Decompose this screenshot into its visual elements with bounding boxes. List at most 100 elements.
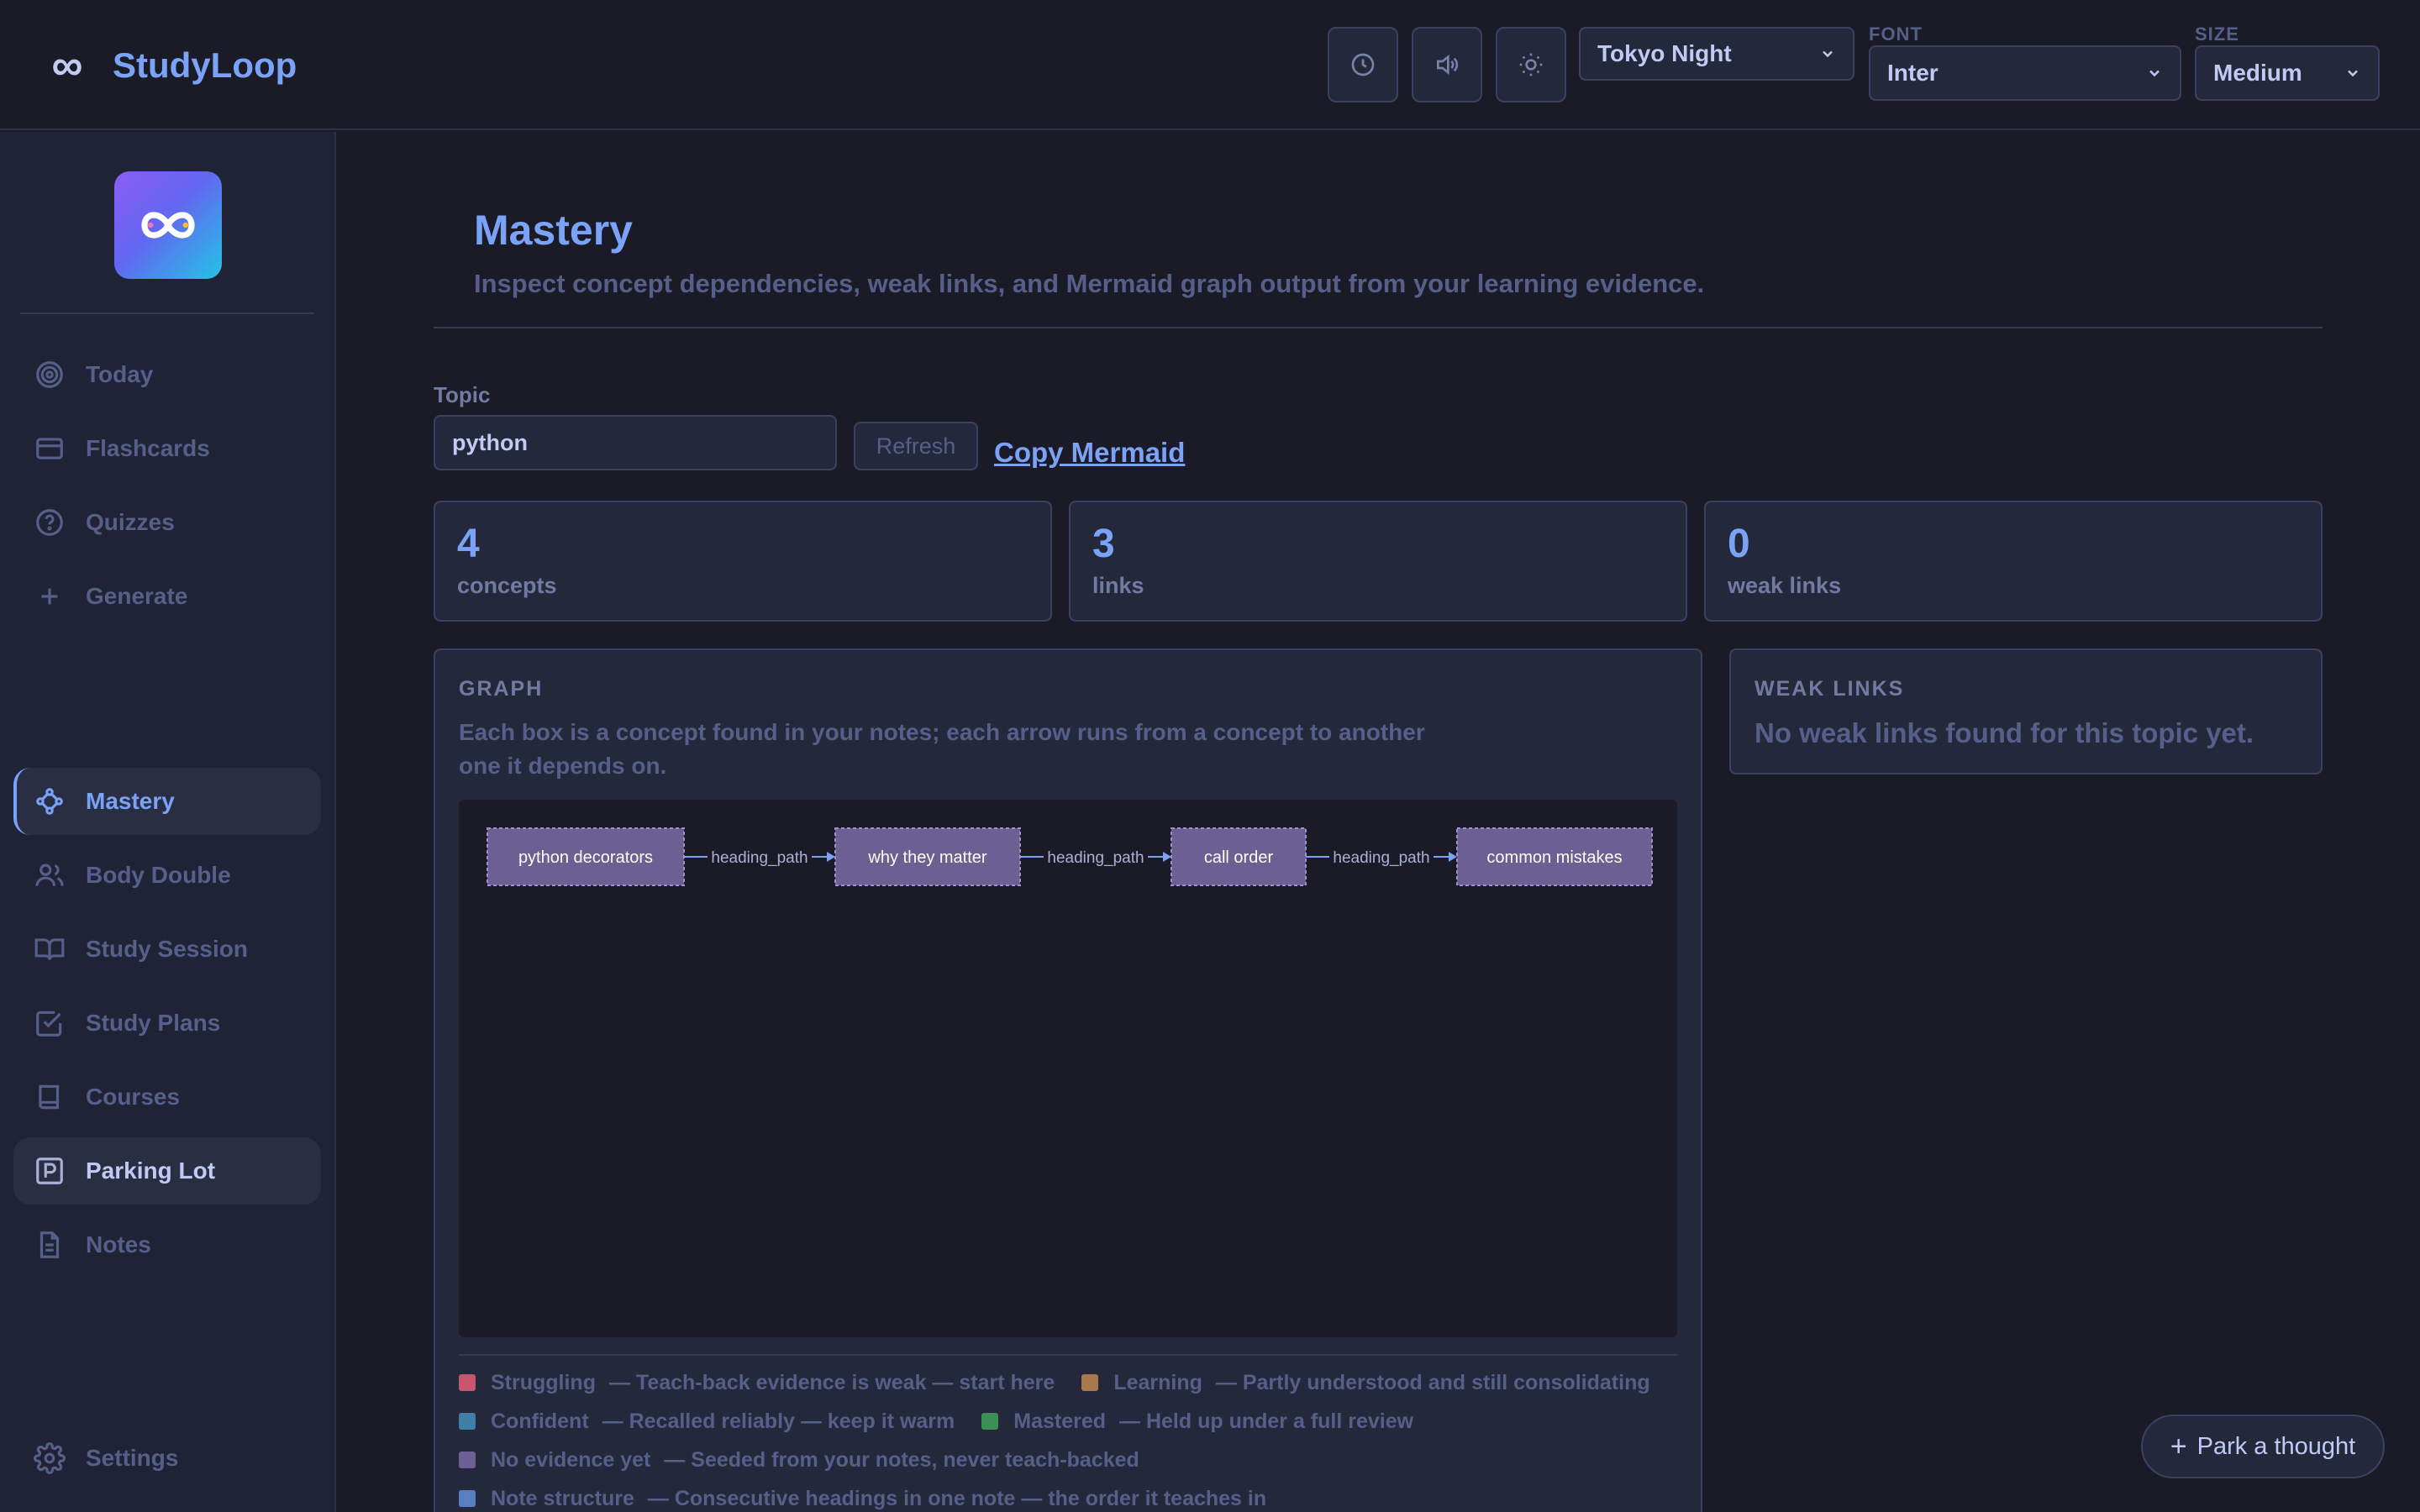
chevron-down-icon bbox=[2348, 70, 2358, 77]
stat-card-links: 3 links bbox=[1069, 501, 1687, 622]
sidebar-item-label: Courses bbox=[86, 1084, 181, 1110]
stat-label: concepts bbox=[457, 573, 557, 598]
sidebar-item-mastery[interactable]: Mastery bbox=[13, 768, 321, 835]
graph-node-label: common mistakes bbox=[1486, 848, 1622, 867]
legend-swatch bbox=[981, 1413, 999, 1430]
sidebar-item-label: Today bbox=[86, 361, 154, 387]
infinity-icon: ∞ bbox=[51, 41, 83, 90]
legend-name: Note structure bbox=[491, 1486, 634, 1510]
legend-item-confident: Confident — Recalled reliably — keep it … bbox=[459, 1410, 955, 1434]
legend-name: Confident bbox=[491, 1409, 589, 1433]
legend-swatch bbox=[459, 1413, 476, 1430]
sidebar-item-settings[interactable]: Settings bbox=[13, 1425, 321, 1492]
legend-swatch bbox=[459, 1490, 476, 1507]
graph-edge-arrow bbox=[827, 852, 835, 862]
header-divider bbox=[434, 327, 2323, 328]
legend-name: Learning bbox=[1113, 1370, 1202, 1394]
graph-node-label: call order bbox=[1204, 848, 1274, 867]
theme-select[interactable]: Tokyo Night bbox=[1579, 27, 1854, 81]
legend-item-struggling: Struggling — Teach-back evidence is weak… bbox=[459, 1371, 1055, 1395]
page-title: Mastery bbox=[474, 207, 633, 254]
stat-label: weak links bbox=[1728, 573, 1842, 598]
sidebar-item-label: Parking Lot bbox=[86, 1158, 216, 1184]
sidebar-item-generate[interactable]: Generate bbox=[13, 563, 321, 630]
graph-node-label: python decorators bbox=[518, 848, 653, 867]
target-icon bbox=[36, 361, 63, 388]
sidebar-item-label: Generate bbox=[86, 583, 188, 609]
legend-item-mastered: Mastered — Held up under a full review bbox=[981, 1410, 1413, 1434]
sidebar-item-quizzes[interactable]: Quizzes bbox=[13, 489, 321, 556]
top-bar: ∞ StudyLoop Tokyo Night FONT Inter SIZE … bbox=[0, 0, 2420, 130]
legend-item-note-structure: Note structure — Consecutive headings in… bbox=[459, 1487, 1266, 1511]
book-open-icon bbox=[34, 938, 65, 960]
legend-desc: — Seeded from your notes, never teach-ba… bbox=[664, 1447, 1139, 1472]
size-select[interactable]: Medium bbox=[2195, 45, 2380, 101]
stat-value: 3 bbox=[1092, 522, 1115, 566]
sidebar-item-label: Body Double bbox=[86, 862, 231, 888]
topic-input[interactable]: python bbox=[434, 415, 837, 470]
sidebar-item-courses[interactable]: Courses bbox=[13, 1063, 321, 1131]
sidebar: Today Flashcards Quizzes Generate Master… bbox=[0, 132, 336, 1512]
size-label: SIZE bbox=[2195, 24, 2239, 45]
size-select-value: Medium bbox=[2213, 60, 2302, 86]
legend-name: Struggling bbox=[491, 1370, 596, 1394]
sidebar-item-label: Notes bbox=[86, 1231, 151, 1257]
park-thought-button[interactable]: + Park a thought bbox=[2141, 1415, 2385, 1478]
sidebar-item-flashcards[interactable]: Flashcards bbox=[13, 415, 321, 482]
sidebar-item-today[interactable]: Today bbox=[13, 341, 321, 408]
legend-item-learning: Learning — Partly understood and still c… bbox=[1081, 1370, 1650, 1395]
graph-canvas[interactable]: heading_path heading_path heading_path pyth… bbox=[459, 800, 1677, 1337]
stat-label: links bbox=[1092, 573, 1144, 598]
font-select[interactable]: Inter bbox=[1869, 45, 2181, 101]
sidebar-item-notes[interactable]: Notes bbox=[13, 1211, 321, 1278]
legend-swatch bbox=[459, 1452, 476, 1468]
sidebar-item-label: Study Session bbox=[86, 936, 248, 962]
volume-icon bbox=[1437, 54, 1459, 76]
stat-card-concepts: 4 concepts bbox=[434, 501, 1052, 622]
refresh-button[interactable]: Refresh bbox=[854, 422, 978, 470]
sidebar-item-body-double[interactable]: Body Double bbox=[13, 842, 321, 909]
graph-node-label: why they matter bbox=[867, 848, 987, 867]
weak-links-empty-message: No weak links found for this topic yet. bbox=[1754, 717, 2254, 748]
weak-links-panel: WEAK LINKS No weak links found for this … bbox=[1729, 648, 2323, 774]
sidebar-item-study-plans[interactable]: Study Plans bbox=[13, 990, 321, 1057]
infinity-icon bbox=[141, 212, 195, 239]
graph-edge-label: heading_path bbox=[711, 849, 808, 867]
brand[interactable]: ∞ StudyLoop bbox=[47, 40, 297, 91]
plus-icon: + bbox=[2170, 1430, 2187, 1462]
sidebar-item-label: Settings bbox=[86, 1445, 179, 1471]
sidebar-item-study-session[interactable]: Study Session bbox=[13, 916, 321, 983]
sidebar-divider bbox=[20, 312, 314, 314]
legend-name: No evidence yet bbox=[491, 1447, 651, 1472]
copy-mermaid-link[interactable]: Copy Mermaid bbox=[994, 437, 1185, 469]
file-icon bbox=[39, 1231, 60, 1258]
sidebar-item-parking-lot[interactable]: Parking Lot bbox=[13, 1137, 321, 1205]
graph-edge-arrow bbox=[1449, 852, 1457, 862]
weak-links-title: WEAK LINKS bbox=[1754, 677, 1905, 701]
sound-button[interactable] bbox=[1412, 27, 1482, 102]
legend-desc: — Recalled reliably — keep it warm bbox=[602, 1409, 955, 1433]
sidebar-item-label: Mastery bbox=[86, 788, 175, 814]
plus-icon bbox=[41, 588, 58, 605]
legend-row: No evidence yet — Seeded from your notes… bbox=[459, 1445, 1166, 1475]
concept-graph: heading_path heading_path heading_path pyth… bbox=[487, 827, 1653, 886]
legend-name: Mastered bbox=[1013, 1409, 1107, 1433]
legend-divider bbox=[459, 1354, 1677, 1356]
history-button[interactable] bbox=[1328, 27, 1398, 102]
font-label: FONT bbox=[1869, 24, 1923, 45]
sidebar-item-label: Study Plans bbox=[86, 1010, 221, 1036]
app-logo[interactable] bbox=[114, 171, 222, 279]
theme-select-wrap: Tokyo Night bbox=[1579, 27, 1854, 81]
sun-icon bbox=[1519, 53, 1543, 76]
legend-row: Struggling — Teach-back evidence is weak… bbox=[459, 1368, 1677, 1398]
chevron-down-icon bbox=[1823, 50, 1833, 58]
graph-description: Each box is a concept found in your note… bbox=[459, 719, 1425, 779]
legend-row: Confident — Recalled reliably — keep it … bbox=[459, 1406, 1440, 1436]
topic-label: Topic bbox=[434, 382, 491, 407]
graph-edge-label: heading_path bbox=[1047, 849, 1144, 867]
theme-toggle-button[interactable] bbox=[1496, 27, 1566, 102]
book-icon bbox=[39, 1084, 60, 1110]
card-icon bbox=[36, 438, 63, 459]
stat-value: 4 bbox=[457, 522, 480, 566]
legend-desc: — Teach-back evidence is weak — start he… bbox=[608, 1370, 1055, 1394]
